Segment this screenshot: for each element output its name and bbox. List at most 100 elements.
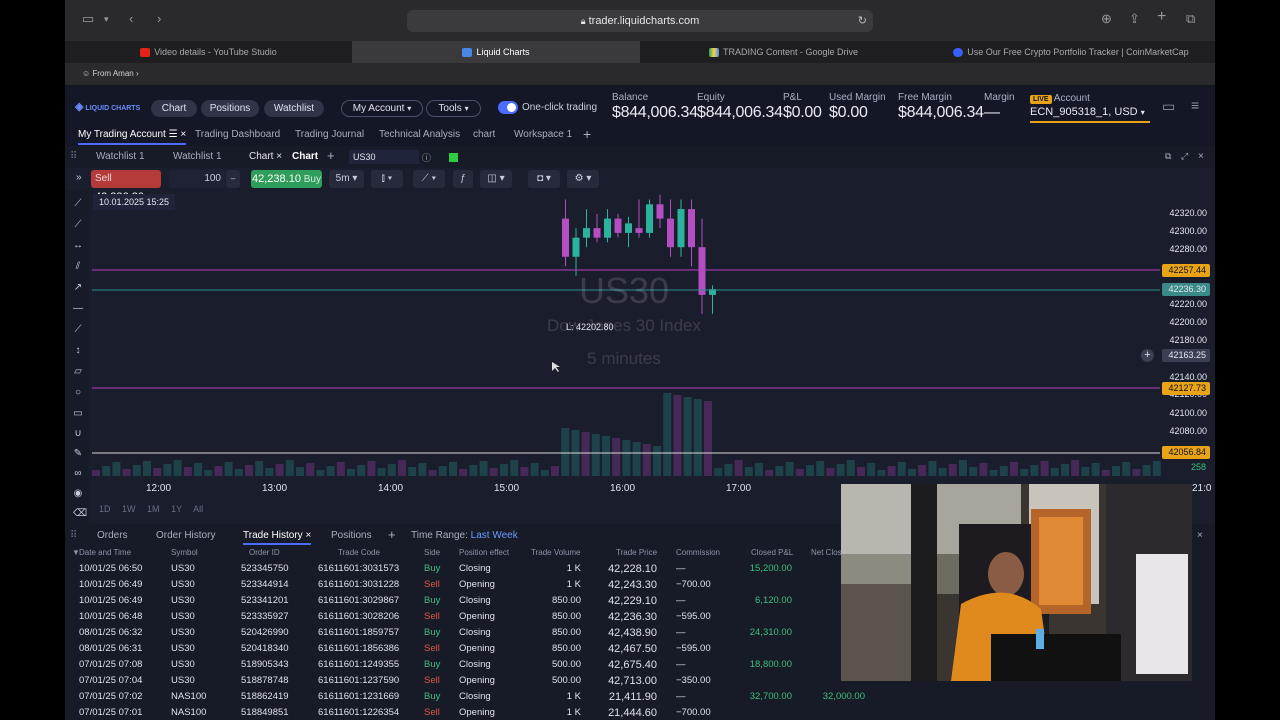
candle[interactable] (656, 204, 664, 219)
col-order-id[interactable]: Order ID (249, 548, 280, 557)
close-icon[interactable]: × (180, 129, 186, 140)
range-1d[interactable]: 1D (99, 504, 111, 514)
close-panel-icon[interactable]: × (1197, 530, 1203, 541)
screenshot-dropdown[interactable]: ◘ ▾ (528, 170, 560, 188)
buy-button[interactable]: 42,238.10 Buy (251, 170, 322, 188)
symbol-input[interactable]: US30 (349, 150, 419, 164)
one-click-toggle[interactable] (498, 101, 518, 114)
trend-line-icon[interactable]: ⟋ (73, 198, 83, 209)
drag-handle-icon[interactable]: ⠿ (70, 530, 77, 541)
col-position-effect[interactable]: Position effect (459, 548, 509, 557)
tab-workspace-1[interactable]: Workspace 1 (514, 129, 572, 140)
quantity-stepper[interactable]: – (226, 170, 240, 188)
horizontal-ray-icon[interactable]: ↔ (73, 240, 83, 251)
add-tab-icon[interactable]: + (388, 527, 396, 542)
share-icon[interactable]: ⇪ (1129, 11, 1140, 27)
tab-chart[interactable]: chart (473, 129, 495, 140)
tools-dropdown[interactable]: Tools ▾ (426, 100, 481, 117)
range-1w[interactable]: 1W (122, 504, 136, 514)
ray-icon[interactable]: ⟋ (73, 219, 83, 230)
trash-icon[interactable]: ⌫ (73, 508, 87, 519)
col-net-closed[interactable]: Net Clos (811, 548, 842, 557)
channel-icon[interactable]: ⫽ (73, 261, 83, 272)
col-trade-volume[interactable]: Trade Volume (531, 548, 581, 557)
candle[interactable] (667, 218, 674, 248)
tab-trading-dashboard[interactable]: Trading Dashboard (195, 129, 280, 140)
table-row[interactable]: 07/01/25 07:01 NAS100 518849851 61611601:12… (65, 704, 1215, 720)
forward-icon[interactable]: › (157, 11, 161, 26)
chevron-down-icon[interactable]: ▾ (104, 14, 109, 25)
tab-overview-icon[interactable]: ⧉ (1186, 11, 1195, 27)
candle[interactable] (677, 209, 685, 248)
candle[interactable] (614, 218, 622, 233)
tab-google-drive[interactable]: TRADING Content - Google Drive (640, 41, 927, 63)
tab-chart-1[interactable]: Chart × (249, 151, 282, 162)
candle[interactable] (583, 228, 590, 238)
chart-type-dropdown[interactable]: ⫾ ▾ (371, 170, 403, 188)
tab-youtube-studio[interactable]: Video details - YouTube Studio (65, 41, 352, 63)
tab-liquid-charts[interactable]: Liquid Charts (352, 41, 640, 63)
draw-tool-dropdown[interactable]: ⟋ ▾ (413, 170, 445, 188)
col-trade-code[interactable]: Trade Code (338, 548, 380, 557)
candle[interactable] (572, 237, 580, 257)
candle[interactable] (604, 218, 611, 238)
tab-watchlist-1[interactable]: Watchlist 1 (96, 151, 145, 162)
tab-chart-2[interactable]: Chart (292, 151, 318, 162)
col-trade-price[interactable]: Trade Price (616, 548, 657, 557)
menu-icon[interactable]: ☰ (169, 129, 178, 140)
range-all[interactable]: All (193, 504, 203, 514)
col-closed-pnl[interactable]: Closed P&L (751, 548, 793, 557)
menu-icon[interactable]: ≡ (1191, 97, 1199, 113)
account-selector[interactable]: LIVE Account ECN_905318_1, USD ▾ (1030, 93, 1150, 123)
tab-positions[interactable]: Positions (331, 530, 372, 541)
chart-canvas[interactable]: US30 Dow Jones 30 Index 5 minutes L: 422… (92, 190, 1215, 490)
col-side[interactable]: Side (424, 548, 440, 557)
sell-button[interactable]: Sell 42,236.30 (91, 170, 161, 203)
candle[interactable] (562, 218, 569, 257)
add-tab-icon[interactable]: + (327, 148, 335, 163)
col-date[interactable]: Date and Time (79, 548, 131, 557)
layout-dropdown[interactable]: ◫ ▾ (480, 170, 512, 188)
brush-icon[interactable]: ✎ (73, 448, 83, 459)
tab-my-trading-account[interactable]: My Trading Account ☰ × (78, 129, 187, 145)
tab-trading-journal[interactable]: Trading Journal (295, 129, 364, 140)
url-bar[interactable]: 🔒︎ trader.liquidcharts.com ↻ (407, 10, 873, 32)
polygon-icon[interactable]: ▱ (73, 366, 83, 377)
from-bar[interactable]: ☺ From Aman › (65, 63, 1215, 85)
tab-trade-history[interactable]: Trade History × (243, 530, 312, 545)
candle[interactable] (646, 204, 653, 233)
add-alert-icon[interactable]: + (1141, 349, 1154, 362)
add-tab-icon[interactable]: + (583, 126, 591, 142)
interval-dropdown[interactable]: 5m ▾ (329, 170, 364, 188)
extended-line-icon[interactable]: ⟋ (73, 324, 83, 335)
candle[interactable] (635, 228, 643, 233)
close-icon[interactable]: × (305, 530, 311, 541)
tab-coinmarketcap[interactable]: Use Our Free Crypto Portfolio Tracker | … (927, 41, 1215, 63)
indicators-button[interactable]: ƒ (453, 170, 473, 188)
tab-orders[interactable]: Orders (97, 530, 128, 541)
col-symbol[interactable]: Symbol (171, 548, 198, 557)
close-icon[interactable]: × (276, 151, 282, 162)
popout-icon[interactable]: ⧉ (1165, 151, 1171, 162)
tab-watchlist-1b[interactable]: Watchlist 1 (173, 151, 222, 162)
rectangle-icon[interactable]: ▭ (73, 408, 83, 419)
candle[interactable] (625, 223, 632, 233)
range-1y[interactable]: 1Y (171, 504, 182, 514)
info-icon[interactable]: ⓘ (422, 151, 431, 164)
reload-icon[interactable]: ↻ (858, 10, 867, 32)
link-icon[interactable]: ∞ (73, 468, 83, 479)
new-tab-icon[interactable]: + (1157, 8, 1166, 26)
candle[interactable] (688, 209, 695, 248)
range-1m[interactable]: 1M (147, 504, 160, 514)
drag-handle-icon[interactable]: ⠿ (70, 151, 77, 162)
time-range-filter[interactable]: Time Range: Last Week (411, 530, 518, 541)
nav-chart-button[interactable]: Chart (151, 100, 197, 117)
my-account-dropdown[interactable]: My Account ▾ (341, 100, 423, 117)
candle[interactable] (698, 247, 706, 295)
expand-icon[interactable]: » (76, 172, 82, 183)
col-commission[interactable]: Commission (676, 548, 720, 557)
arrow-icon[interactable]: ↗ (73, 282, 83, 293)
download-icon[interactable]: ⊕ (1101, 11, 1112, 27)
tab-technical-analysis[interactable]: Technical Analysis (379, 129, 460, 140)
eye-icon[interactable]: ◉ (73, 488, 83, 499)
